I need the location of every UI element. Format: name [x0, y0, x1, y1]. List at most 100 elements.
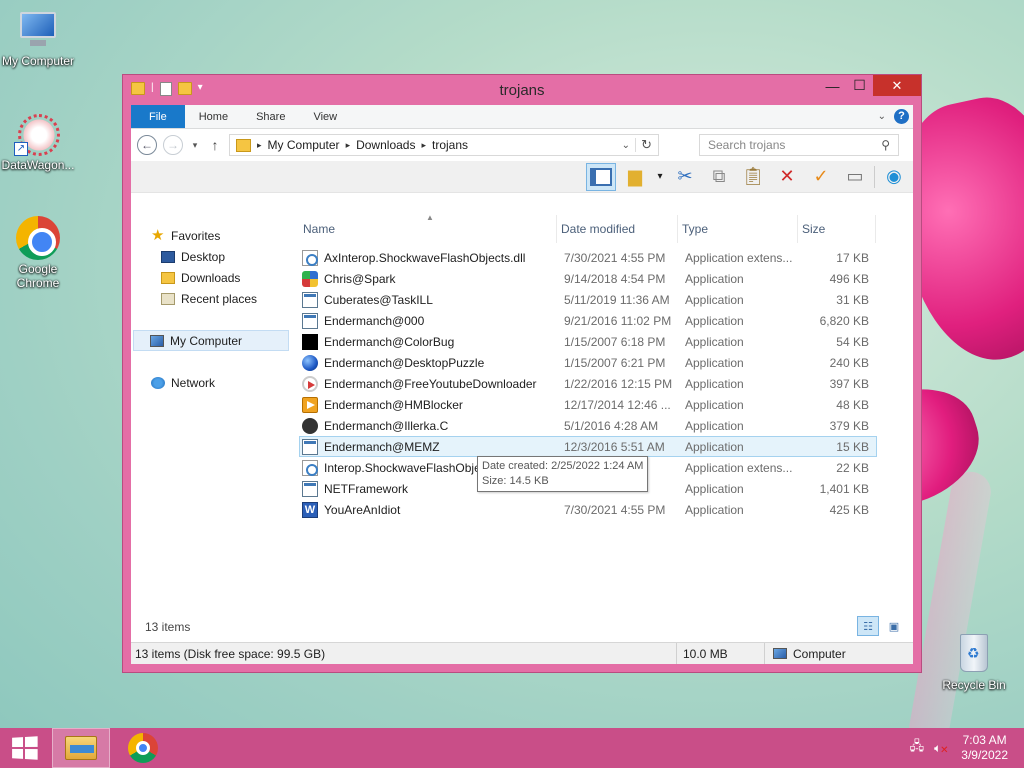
properties-dropdown-icon[interactable]: ▾ — [654, 163, 666, 191]
taskbar-file-explorer[interactable] — [52, 728, 110, 768]
chrome-icon — [14, 216, 62, 260]
file-date: 1/15/2007 6:18 PM — [564, 334, 666, 349]
file-type: Application — [685, 355, 744, 370]
recent-locations-chevron-icon[interactable]: ▾ — [189, 140, 201, 151]
nav-item-network[interactable]: Network — [131, 372, 299, 393]
window-title: trojans — [499, 82, 545, 99]
expand-ribbon-icon[interactable]: ⌄ — [878, 111, 886, 122]
nav-item-desktop[interactable]: Desktop — [131, 246, 299, 267]
clock-time: 7:03 AM — [962, 733, 1007, 747]
app-icon — [302, 291, 318, 308]
downloads-icon — [161, 271, 175, 284]
tab-share[interactable]: Share — [242, 105, 299, 128]
file-name-cell: Endermanch@ColorBug — [300, 333, 558, 350]
table-row[interactable]: Endermanch@DesktopPuzzle 1/15/2007 6:21 P… — [299, 352, 877, 373]
tooltip-date-created: Date created: 2/25/2022 1:24 AM — [482, 460, 644, 472]
star-icon: ★ — [151, 226, 165, 244]
details-view-button[interactable]: ☷ — [857, 616, 879, 636]
table-row[interactable]: Endermanch@HMBlocker 12/17/2014 12:46 ...… — [299, 394, 877, 415]
network-tray-icon[interactable]: 🖧 — [910, 737, 925, 759]
file-date: 12/3/2016 5:51 AM — [564, 439, 665, 454]
maximize-button[interactable]: ☐ — [846, 75, 873, 96]
folder-icon — [236, 138, 251, 152]
close-button[interactable]: ✕ — [873, 75, 921, 96]
windows-logo-icon — [12, 736, 38, 760]
copy-button[interactable]: ⧉ — [704, 163, 734, 191]
nav-item-my-computer[interactable]: My Computer — [133, 330, 289, 351]
cut-button[interactable]: ✂ — [670, 163, 700, 191]
file-size: 496 KB — [829, 271, 869, 286]
nav-item-recent-places[interactable]: Recent places — [131, 288, 299, 309]
tab-file[interactable]: File — [131, 105, 185, 128]
file-type: Application — [685, 334, 744, 349]
details-view-icon: ☷ — [863, 620, 873, 633]
title-bar[interactable]: | ▾ trojans — ☐ ✕ — [123, 75, 921, 105]
file-name: Interop.ShockwaveFlashObje — [324, 460, 481, 475]
table-row[interactable]: Endermanch@ColorBug 1/15/2007 6:18 PM Appl… — [299, 331, 877, 352]
table-row[interactable]: Endermanch@Illerka.C 5/1/2016 4:28 AM Appl… — [299, 415, 877, 436]
file-list: ▲ Name Date modified Type Size AxInterop… — [299, 213, 913, 624]
preview-pane-icon — [590, 167, 612, 186]
file-name: Endermanch@FreeYoutubeDownloader — [324, 376, 537, 391]
desktop-icon-datawagon[interactable]: ↗ DataWagon... — [0, 112, 80, 172]
file-size: 6,820 KB — [819, 313, 869, 328]
table-row[interactable]: Endermanch@000 9/21/2016 11:02 PM Applicat… — [299, 310, 877, 331]
file-name-cell: Endermanch@Illerka.C — [300, 417, 558, 434]
file-name-cell: Endermanch@FreeYoutubeDownloader — [300, 375, 558, 392]
help-icon[interactable]: ? — [894, 109, 909, 124]
tab-view[interactable]: View — [299, 105, 351, 128]
rename-button[interactable]: ▭ — [840, 163, 870, 191]
globe-button[interactable]: ◉ — [879, 163, 909, 191]
file-name-cell: Endermanch@HMBlocker — [300, 396, 558, 413]
file-type: Application — [685, 271, 744, 286]
file-size: 22 KB — [836, 460, 869, 475]
desktop-icon-my-computer[interactable]: My Computer — [0, 8, 80, 68]
desktop-icon-label: Google Chrome — [16, 262, 60, 290]
clock[interactable]: 7:03 AM 3/9/2022 — [961, 733, 1008, 763]
file-explorer-icon — [65, 736, 97, 760]
table-row[interactable]: Endermanch@FreeYoutubeDownloader 1/22/201… — [299, 373, 877, 394]
column-header-size[interactable]: Size — [798, 215, 876, 243]
breadcrumb-downloads[interactable]: Downloads — [356, 138, 415, 152]
large-icons-view-button[interactable]: ▣ — [883, 616, 905, 636]
address-dropdown-icon[interactable]: ⌄ — [622, 140, 630, 151]
desktop-icon-google-chrome[interactable]: Google Chrome — [0, 216, 80, 290]
start-button[interactable] — [0, 728, 48, 768]
volume-muted-icon[interactable]: 🔈︎ ✕ — [934, 741, 948, 756]
file-type: Application — [685, 313, 744, 328]
table-row[interactable]: Chris@Spark 9/14/2018 4:54 PM Application 4… — [299, 268, 877, 289]
table-row[interactable]: Endermanch@MEMZ 12/3/2016 5:51 AM Applicat… — [299, 436, 877, 457]
tab-home[interactable]: Home — [185, 105, 242, 128]
minimize-button[interactable]: — — [819, 75, 846, 96]
nav-label: Downloads — [181, 270, 241, 285]
up-button[interactable]: ↑ — [207, 137, 223, 153]
nav-item-downloads[interactable]: Downloads — [131, 267, 299, 288]
file-size: 48 KB — [836, 397, 869, 412]
address-bar[interactable]: ▸ My Computer ▸ Downloads ▸ trojans ⌄ ↻ — [229, 134, 659, 156]
back-button[interactable]: ← — [137, 135, 157, 155]
taskbar-google-chrome[interactable] — [114, 728, 172, 768]
table-row[interactable]: W YouAreAnIdiot 7/30/2021 4:55 PM Applicati… — [299, 499, 877, 520]
file-name-cell: Cuberates@TaskILL — [300, 291, 558, 308]
forward-button[interactable]: → — [163, 135, 183, 155]
delete-button[interactable]: ✕ — [772, 163, 802, 191]
breadcrumb-my-computer[interactable]: My Computer — [268, 138, 340, 152]
table-row[interactable]: AxInterop.ShockwaveFlashObjects.dll 7/30/… — [299, 247, 877, 268]
properties-button[interactable]: ▆ — [620, 163, 650, 191]
file-name-cell: W YouAreAnIdiot — [300, 501, 558, 518]
clipboard-icon: 📋︎ — [741, 166, 765, 186]
table-row[interactable]: Cuberates@TaskILL 5/11/2019 11:36 AM Appli… — [299, 289, 877, 310]
file-size: 379 KB — [829, 418, 869, 433]
desktop-icon-recycle-bin[interactable]: Recycle Bin — [932, 632, 1016, 692]
search-input[interactable]: Search trojans ⚲ — [699, 134, 899, 156]
paste-button[interactable]: 📋︎ — [738, 163, 768, 191]
preview-pane-button[interactable] — [586, 162, 616, 191]
checkmark-button[interactable]: ✓ — [806, 163, 836, 191]
column-header-date-modified[interactable]: Date modified — [557, 215, 678, 243]
breadcrumb-trojans[interactable]: trojans — [432, 138, 468, 152]
refresh-icon[interactable]: ↻ — [641, 137, 652, 153]
chrome-icon — [128, 733, 158, 763]
column-header-type[interactable]: Type — [678, 215, 798, 243]
desktop-icon-label: Recycle Bin — [942, 678, 1006, 692]
nav-favorites[interactable]: ★ Favorites — [131, 225, 299, 246]
